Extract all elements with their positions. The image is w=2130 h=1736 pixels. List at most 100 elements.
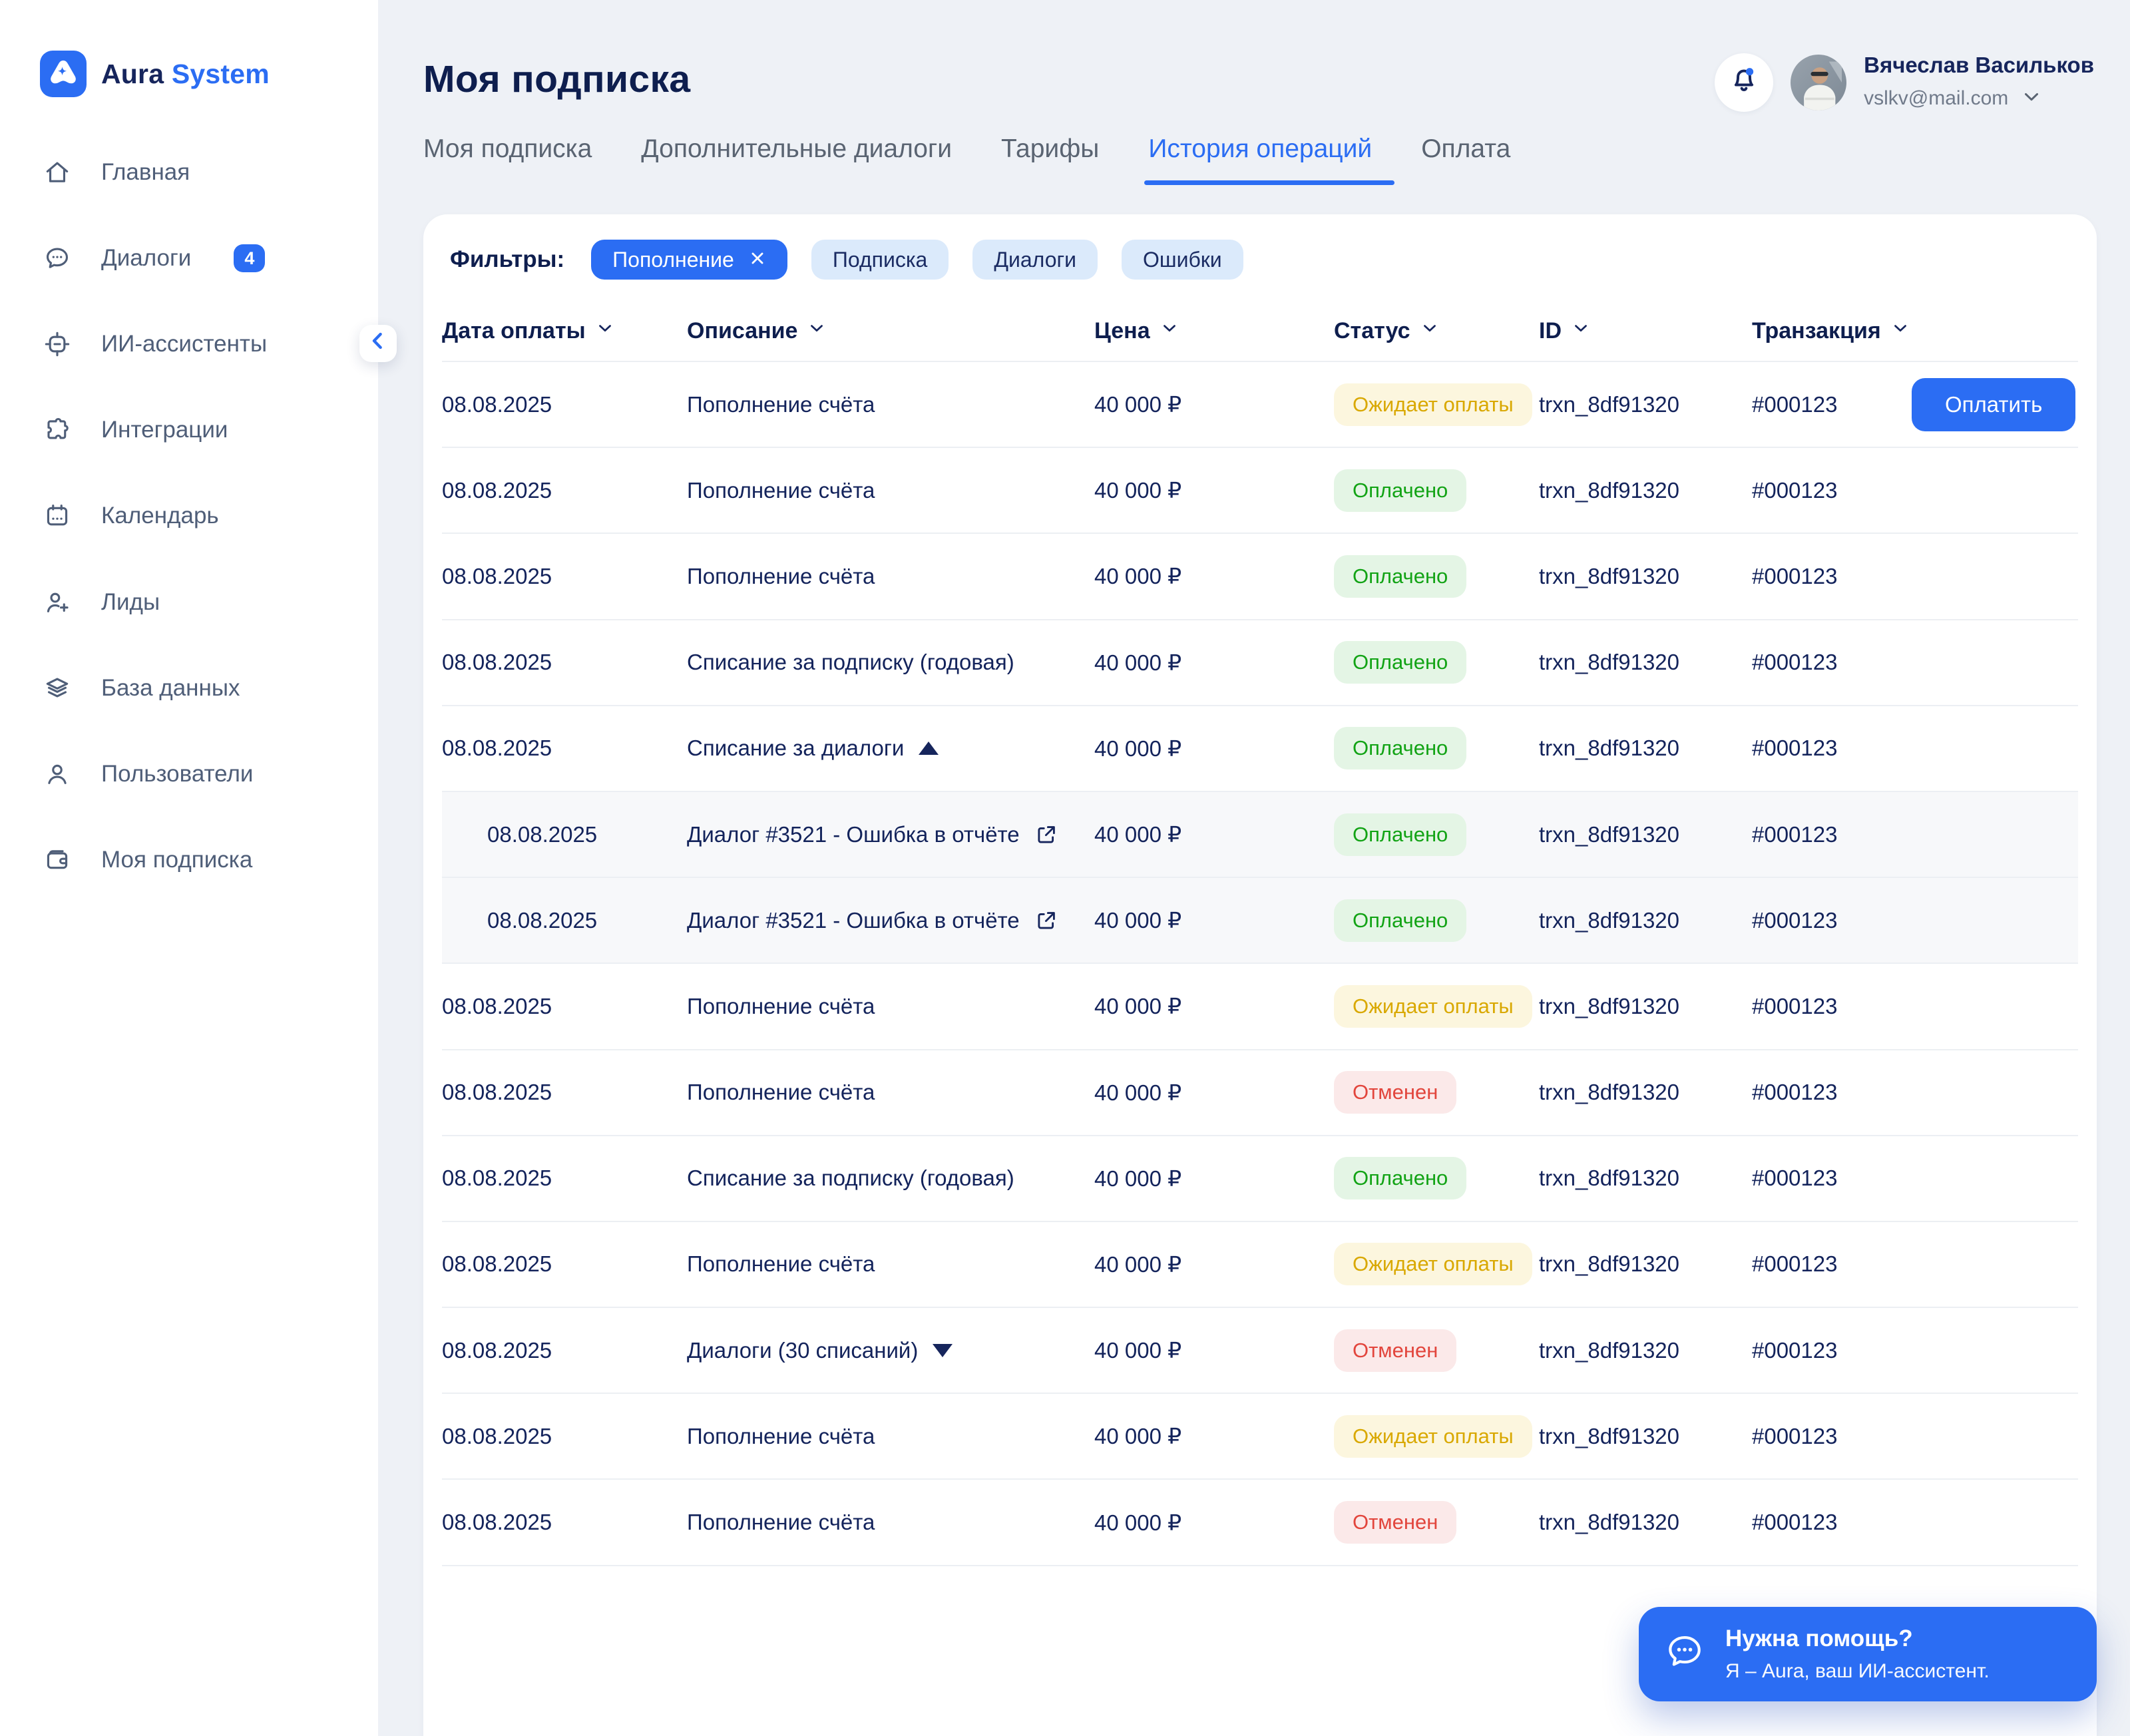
sidebar-item-calendar[interactable]: Календарь <box>0 473 378 559</box>
sidebar-item-label: Пользователи <box>101 761 253 787</box>
table-row: 08.08.2025Пополнение счёта40 000 ₽Отмене… <box>442 1480 2078 1566</box>
tab-4[interactable]: История операций <box>1148 134 1372 185</box>
collapse-triangle-icon[interactable] <box>919 742 939 755</box>
cell-date: 08.08.2025 <box>442 1251 687 1277</box>
aura-logo-icon <box>40 51 87 97</box>
sidebar-item-label: ИИ-ассистенты <box>101 331 267 357</box>
sidebar-item-layers[interactable]: База данных <box>0 645 378 731</box>
filter-chip[interactable]: Подписка <box>811 240 949 280</box>
close-icon[interactable] <box>749 248 766 272</box>
sidebar-item-home[interactable]: Главная <box>0 129 378 215</box>
sidebar-item-label: Лиды <box>101 589 160 616</box>
column-header[interactable]: Дата оплаты <box>442 318 687 344</box>
sidebar-item-label: База данных <box>101 675 240 702</box>
cell-status: Оплачено <box>1334 641 1539 684</box>
status-badge: Отменен <box>1334 1329 1456 1372</box>
ai-chip-icon <box>43 329 72 359</box>
cell-id: trxn_8df91320 <box>1539 1251 1752 1277</box>
status-badge: Оплачено <box>1334 899 1466 942</box>
cell-price: 40 000 ₽ <box>1094 821 1334 847</box>
user-icon <box>43 760 72 789</box>
unread-count-badge: 4 <box>234 244 265 272</box>
sidebar-item-user-plus[interactable]: Лиды <box>0 559 378 645</box>
external-link-icon[interactable] <box>1034 823 1058 847</box>
status-badge: Отменен <box>1334 1071 1456 1114</box>
filter-chip[interactable]: Диалоги <box>972 240 1098 280</box>
help-widget-subtitle: Я – Aura, ваш ИИ-ассистент. <box>1725 1660 1990 1683</box>
sidebar-item-label: Моя подписка <box>101 847 252 873</box>
sidebar-item-ai-chip[interactable]: ИИ-ассистенты <box>0 301 378 387</box>
sidebar-item-user[interactable]: Пользователи <box>0 731 378 817</box>
sidebar-item-label: Календарь <box>101 503 219 529</box>
tab-3[interactable]: Тарифы <box>1001 134 1099 185</box>
sidebar-collapse-button[interactable] <box>359 325 397 362</box>
user-name: Вячеслав Васильков <box>1864 54 2094 76</box>
cell-price: 40 000 ₽ <box>1094 1337 1334 1363</box>
cell-transaction: #000123 <box>1752 392 1912 417</box>
filter-chip-active[interactable]: Пополнение <box>591 240 787 280</box>
table-row: 08.08.2025Пополнение счёта40 000 ₽Ожидае… <box>442 362 2078 448</box>
notifications-button[interactable] <box>1715 53 1773 112</box>
cell-price: 40 000 ₽ <box>1094 1251 1334 1277</box>
cell-id: trxn_8df91320 <box>1539 822 1752 847</box>
cell-description: Диалоги (30 списаний) <box>687 1338 1094 1363</box>
calendar-icon <box>43 501 72 531</box>
cell-price: 40 000 ₽ <box>1094 907 1334 933</box>
cell-date: 08.08.2025 <box>442 392 687 417</box>
filters-label: Фильтры: <box>450 246 564 273</box>
tab-2[interactable]: Дополнительные диалоги <box>641 134 952 185</box>
cell-description: Пополнение счёта <box>687 1251 1094 1277</box>
cell-description: Диалог #3521 - Ошибка в отчёте <box>687 908 1094 933</box>
table-row: 08.08.2025Списание за подписку (годовая)… <box>442 1136 2078 1222</box>
sidebar-item-puzzle[interactable]: Интеграции <box>0 387 378 473</box>
cell-price: 40 000 ₽ <box>1094 1510 1334 1536</box>
column-header[interactable]: Цена <box>1094 318 1334 344</box>
cell-status: Оплачено <box>1334 469 1539 512</box>
sidebar-item-wallet[interactable]: Моя подписка <box>0 817 378 903</box>
table-row: 08.08.2025Списание за подписку (годовая)… <box>442 620 2078 706</box>
home-icon <box>43 158 72 187</box>
cell-date: 08.08.2025 <box>442 908 687 933</box>
avatar[interactable] <box>1791 55 1846 110</box>
tab-5[interactable]: Оплата <box>1421 134 1510 185</box>
help-widget[interactable]: Нужна помощь? Я – Aura, ваш ИИ-ассистент… <box>1639 1607 2097 1701</box>
cell-status: Ожидает оплаты <box>1334 383 1539 426</box>
cell-price: 40 000 ₽ <box>1094 650 1334 676</box>
brand-logo[interactable]: Aura System <box>40 51 270 97</box>
sidebar-item-chat[interactable]: Диалоги 4 <box>0 215 378 301</box>
external-link-icon[interactable] <box>1034 909 1058 933</box>
column-header[interactable]: Транзакция <box>1752 318 1912 344</box>
cell-status: Ожидает оплаты <box>1334 1243 1539 1285</box>
cell-status: Оплачено <box>1334 727 1539 769</box>
cell-date: 08.08.2025 <box>442 736 687 761</box>
status-badge: Отменен <box>1334 1501 1456 1544</box>
chevron-left-icon <box>365 327 391 359</box>
cell-status: Оплачено <box>1334 899 1539 942</box>
cell-date: 08.08.2025 <box>442 1424 687 1449</box>
tab-1[interactable]: Моя подписка <box>423 134 592 185</box>
cell-status: Ожидает оплаты <box>1334 985 1539 1028</box>
column-header[interactable]: ID <box>1539 318 1752 344</box>
status-badge: Оплачено <box>1334 469 1466 512</box>
pay-button[interactable]: Оплатить <box>1912 378 2075 431</box>
cell-transaction: #000123 <box>1752 1510 1912 1535</box>
cell-id: trxn_8df91320 <box>1539 1510 1752 1535</box>
cell-description: Списание за подписку (годовая) <box>687 650 1094 675</box>
status-badge: Оплачено <box>1334 641 1466 684</box>
puzzle-icon <box>43 415 72 445</box>
expand-triangle-icon[interactable] <box>933 1344 953 1357</box>
tab-bar: Моя подписка Дополнительные диалоги Тарифы… <box>423 134 1510 185</box>
cell-description: Пополнение счёта <box>687 1510 1094 1535</box>
sidebar-item-label: Диалоги <box>101 245 191 272</box>
user-menu[interactable]: vslkv@mail.com <box>1864 85 2094 111</box>
table-row: 08.08.2025Диалог #3521 - Ошибка в отчёте… <box>442 878 2078 964</box>
cell-date: 08.08.2025 <box>442 994 687 1019</box>
table-row: 08.08.2025Пополнение счёта40 000 ₽Ожидае… <box>442 1222 2078 1308</box>
column-header[interactable]: Статус <box>1334 318 1539 344</box>
filter-chip[interactable]: Ошибки <box>1122 240 1243 280</box>
help-widget-title: Нужна помощь? <box>1725 1626 1990 1652</box>
cell-status: Оплачено <box>1334 555 1539 598</box>
cell-price: 40 000 ₽ <box>1094 477 1334 503</box>
column-header[interactable]: Описание <box>687 318 1094 344</box>
cell-id: trxn_8df91320 <box>1539 650 1752 675</box>
